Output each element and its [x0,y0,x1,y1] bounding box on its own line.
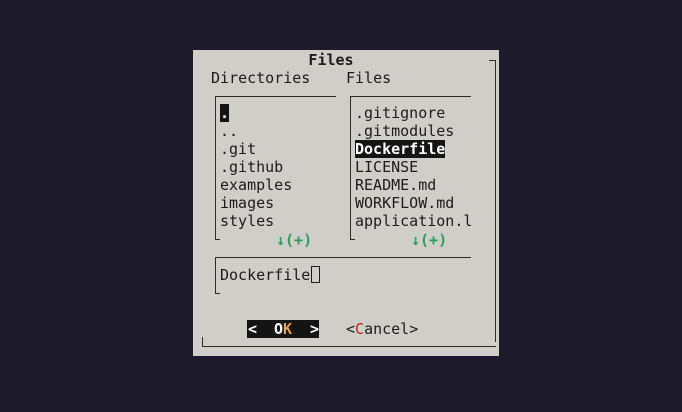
file-item[interactable]: Dockerfile [355,140,472,158]
files-frame-left [350,96,351,240]
filename-input[interactable]: Dockerfile [220,266,321,284]
text-cursor [311,266,321,283]
cancel-button-label-rest: ancel [364,320,410,338]
dialog-title: Files [308,51,354,69]
files-frame-bottom [350,239,355,240]
file-item-label: Dockerfile [355,140,446,158]
files-frame-top [350,96,471,97]
files-scroll-more-indicator[interactable]: ↓(+) [411,231,447,249]
directories-frame-top [215,96,336,97]
dialog-bottom-border [202,346,496,347]
file-item[interactable]: .gitignore [355,104,472,122]
dialog-bottom-left-corner [202,337,203,347]
cancel-button-hotkey: C [355,320,365,338]
directory-item[interactable]: examples [220,176,292,194]
ok-button-right-bracket: > [310,320,320,338]
directories-frame-bottom [215,239,220,240]
file-item[interactable]: LICENSE [355,158,472,176]
ok-button-label-o: O [274,320,284,338]
file-item[interactable]: README.md [355,176,472,194]
dialog-top-right-corner [489,60,496,61]
directories-list[interactable]: . .. .git .github examples images styles [220,104,292,230]
files-header: Files [346,69,392,87]
directory-item[interactable]: .git [220,140,292,158]
directories-scroll-more-indicator[interactable]: ↓(+) [276,231,312,249]
cancel-button[interactable]: <Cancel> [346,320,418,338]
ok-button-left-bracket: < [248,320,258,338]
filename-frame-bottom [215,293,220,294]
directory-item[interactable]: styles [220,212,292,230]
directory-item[interactable]: .. [220,122,292,140]
file-item[interactable]: WORKFLOW.md [355,194,472,212]
dialog-right-border [495,60,496,342]
directories-frame-left [215,96,216,240]
file-selection-dialog: Files Directories Files . .. .git .githu… [193,50,499,356]
directories-header: Directories [211,69,311,87]
directory-item[interactable]: . [220,104,292,122]
filename-frame-left [215,257,216,294]
cancel-button-right-bracket: > [409,320,419,338]
directory-item[interactable]: .github [220,158,292,176]
ok-button[interactable]: < O K > [247,320,319,338]
filename-frame-top [215,257,471,258]
file-item[interactable]: application.l [355,212,472,230]
directory-item-label: . [220,104,230,122]
cancel-button-left-bracket: < [346,320,356,338]
directory-item[interactable]: images [220,194,292,212]
file-item[interactable]: .gitmodules [355,122,472,140]
filename-input-value: Dockerfile [220,266,311,284]
ok-button-hotkey: K [283,320,293,338]
files-list[interactable]: .gitignore .gitmodules Dockerfile LICENS… [355,104,472,230]
